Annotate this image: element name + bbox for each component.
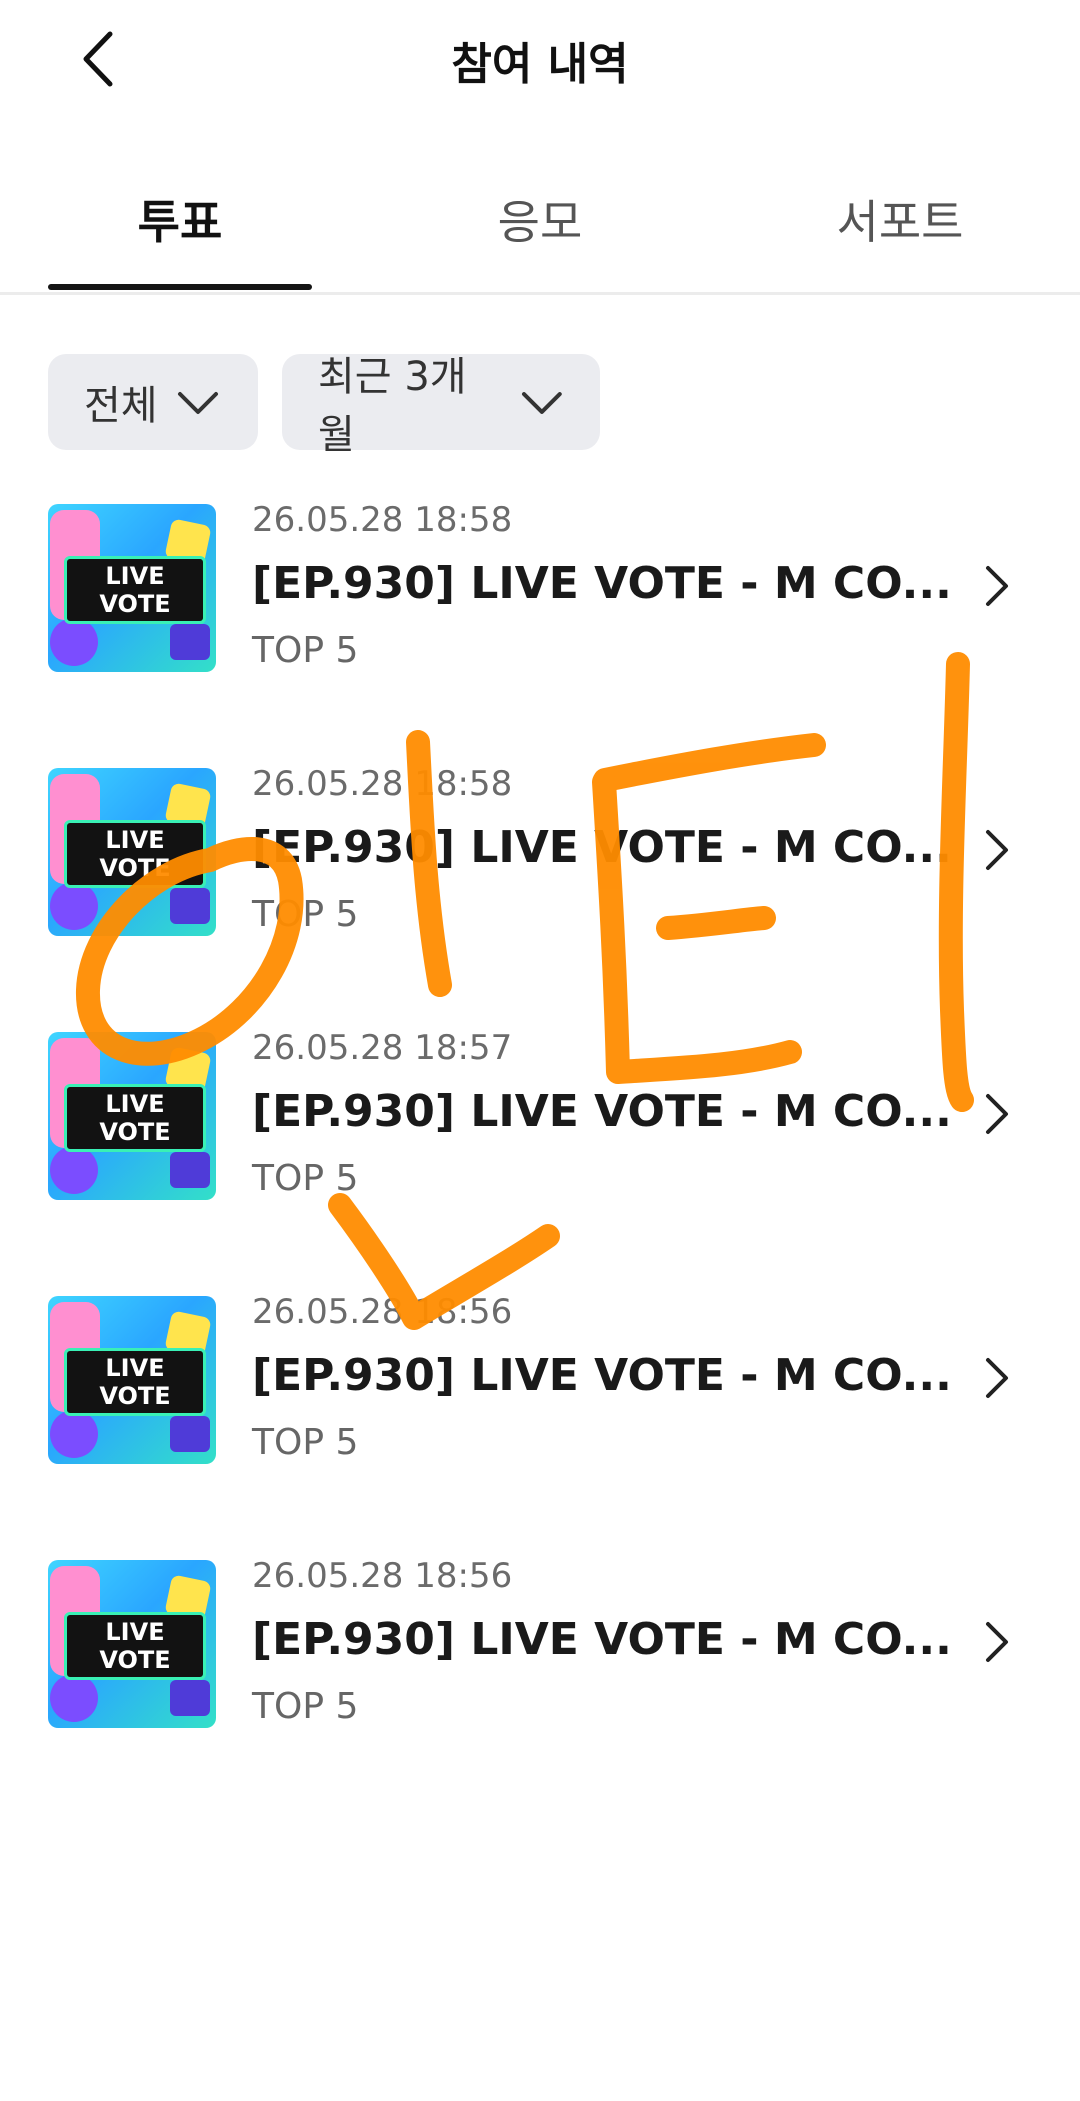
chevron-right-icon — [986, 1094, 1008, 1134]
list-item[interactable]: LIVE VOTE 26.05.28 18:58 [EP.930] LIVE VO… — [0, 500, 1080, 672]
item-date: 26.05.28 18:56 — [252, 1556, 513, 1596]
item-title: [EP.930] LIVE VOTE - M CO... — [252, 558, 952, 609]
live-vote-thumbnail: LIVE VOTE — [48, 1560, 216, 1728]
chevron-right-icon — [986, 1358, 1008, 1398]
tab-active-indicator — [48, 284, 312, 290]
item-date: 26.05.28 18:58 — [252, 500, 513, 540]
filter-period-dropdown[interactable]: 최근 3개월 — [282, 354, 600, 458]
list-item[interactable]: LIVE VOTE 26.05.28 18:58 [EP.930] LIVE VO… — [0, 764, 1080, 936]
tab-entry[interactable]: 응모 — [390, 186, 690, 252]
header: 참여 내역 — [0, 0, 1080, 120]
page-title: 참여 내역 — [451, 39, 629, 90]
live-vote-thumbnail: LIVE VOTE — [48, 1296, 216, 1464]
item-title: [EP.930] LIVE VOTE - M CO... — [252, 1350, 952, 1401]
tab-vote[interactable]: 투표 — [30, 186, 330, 252]
item-date: 26.05.28 18:57 — [252, 1028, 513, 1068]
live-vote-thumbnail: LIVE VOTE — [48, 504, 216, 672]
item-subtitle: TOP 5 — [252, 1422, 359, 1463]
tab-support[interactable]: 서포트 — [750, 186, 1050, 252]
item-subtitle: TOP 5 — [252, 630, 359, 671]
item-subtitle: TOP 5 — [252, 1158, 359, 1199]
list-item[interactable]: LIVE VOTE 26.05.28 18:56 [EP.930] LIVE VO… — [0, 1556, 1080, 1728]
chevron-down-icon — [177, 392, 218, 414]
list-item[interactable]: LIVE VOTE 26.05.28 18:56 [EP.930] LIVE VO… — [0, 1292, 1080, 1464]
live-vote-thumbnail: LIVE VOTE — [48, 1032, 216, 1200]
item-title: [EP.930] LIVE VOTE - M CO... — [252, 1614, 952, 1665]
item-date: 26.05.28 18:58 — [252, 764, 513, 804]
chevron-right-icon — [986, 830, 1008, 870]
filter-type-label: 전체 — [84, 383, 158, 429]
chevron-down-icon — [522, 392, 563, 414]
item-title: [EP.930] LIVE VOTE - M CO... — [252, 822, 952, 873]
list-item[interactable]: LIVE VOTE 26.05.28 18:57 [EP.930] LIVE VO… — [0, 1028, 1080, 1200]
filter-period-label: 최근 3개월 — [318, 354, 467, 458]
item-subtitle: TOP 5 — [252, 1686, 359, 1727]
item-title: [EP.930] LIVE VOTE - M CO... — [252, 1086, 952, 1137]
filter-type-dropdown[interactable]: 전체 — [48, 354, 258, 450]
tab-bar: 투표 응모 서포트 — [0, 160, 1080, 295]
chevron-right-icon — [986, 1622, 1008, 1662]
live-vote-thumbnail: LIVE VOTE — [48, 768, 216, 936]
item-date: 26.05.28 18:56 — [252, 1292, 513, 1332]
item-subtitle: TOP 5 — [252, 894, 359, 935]
chevron-right-icon — [986, 566, 1008, 606]
